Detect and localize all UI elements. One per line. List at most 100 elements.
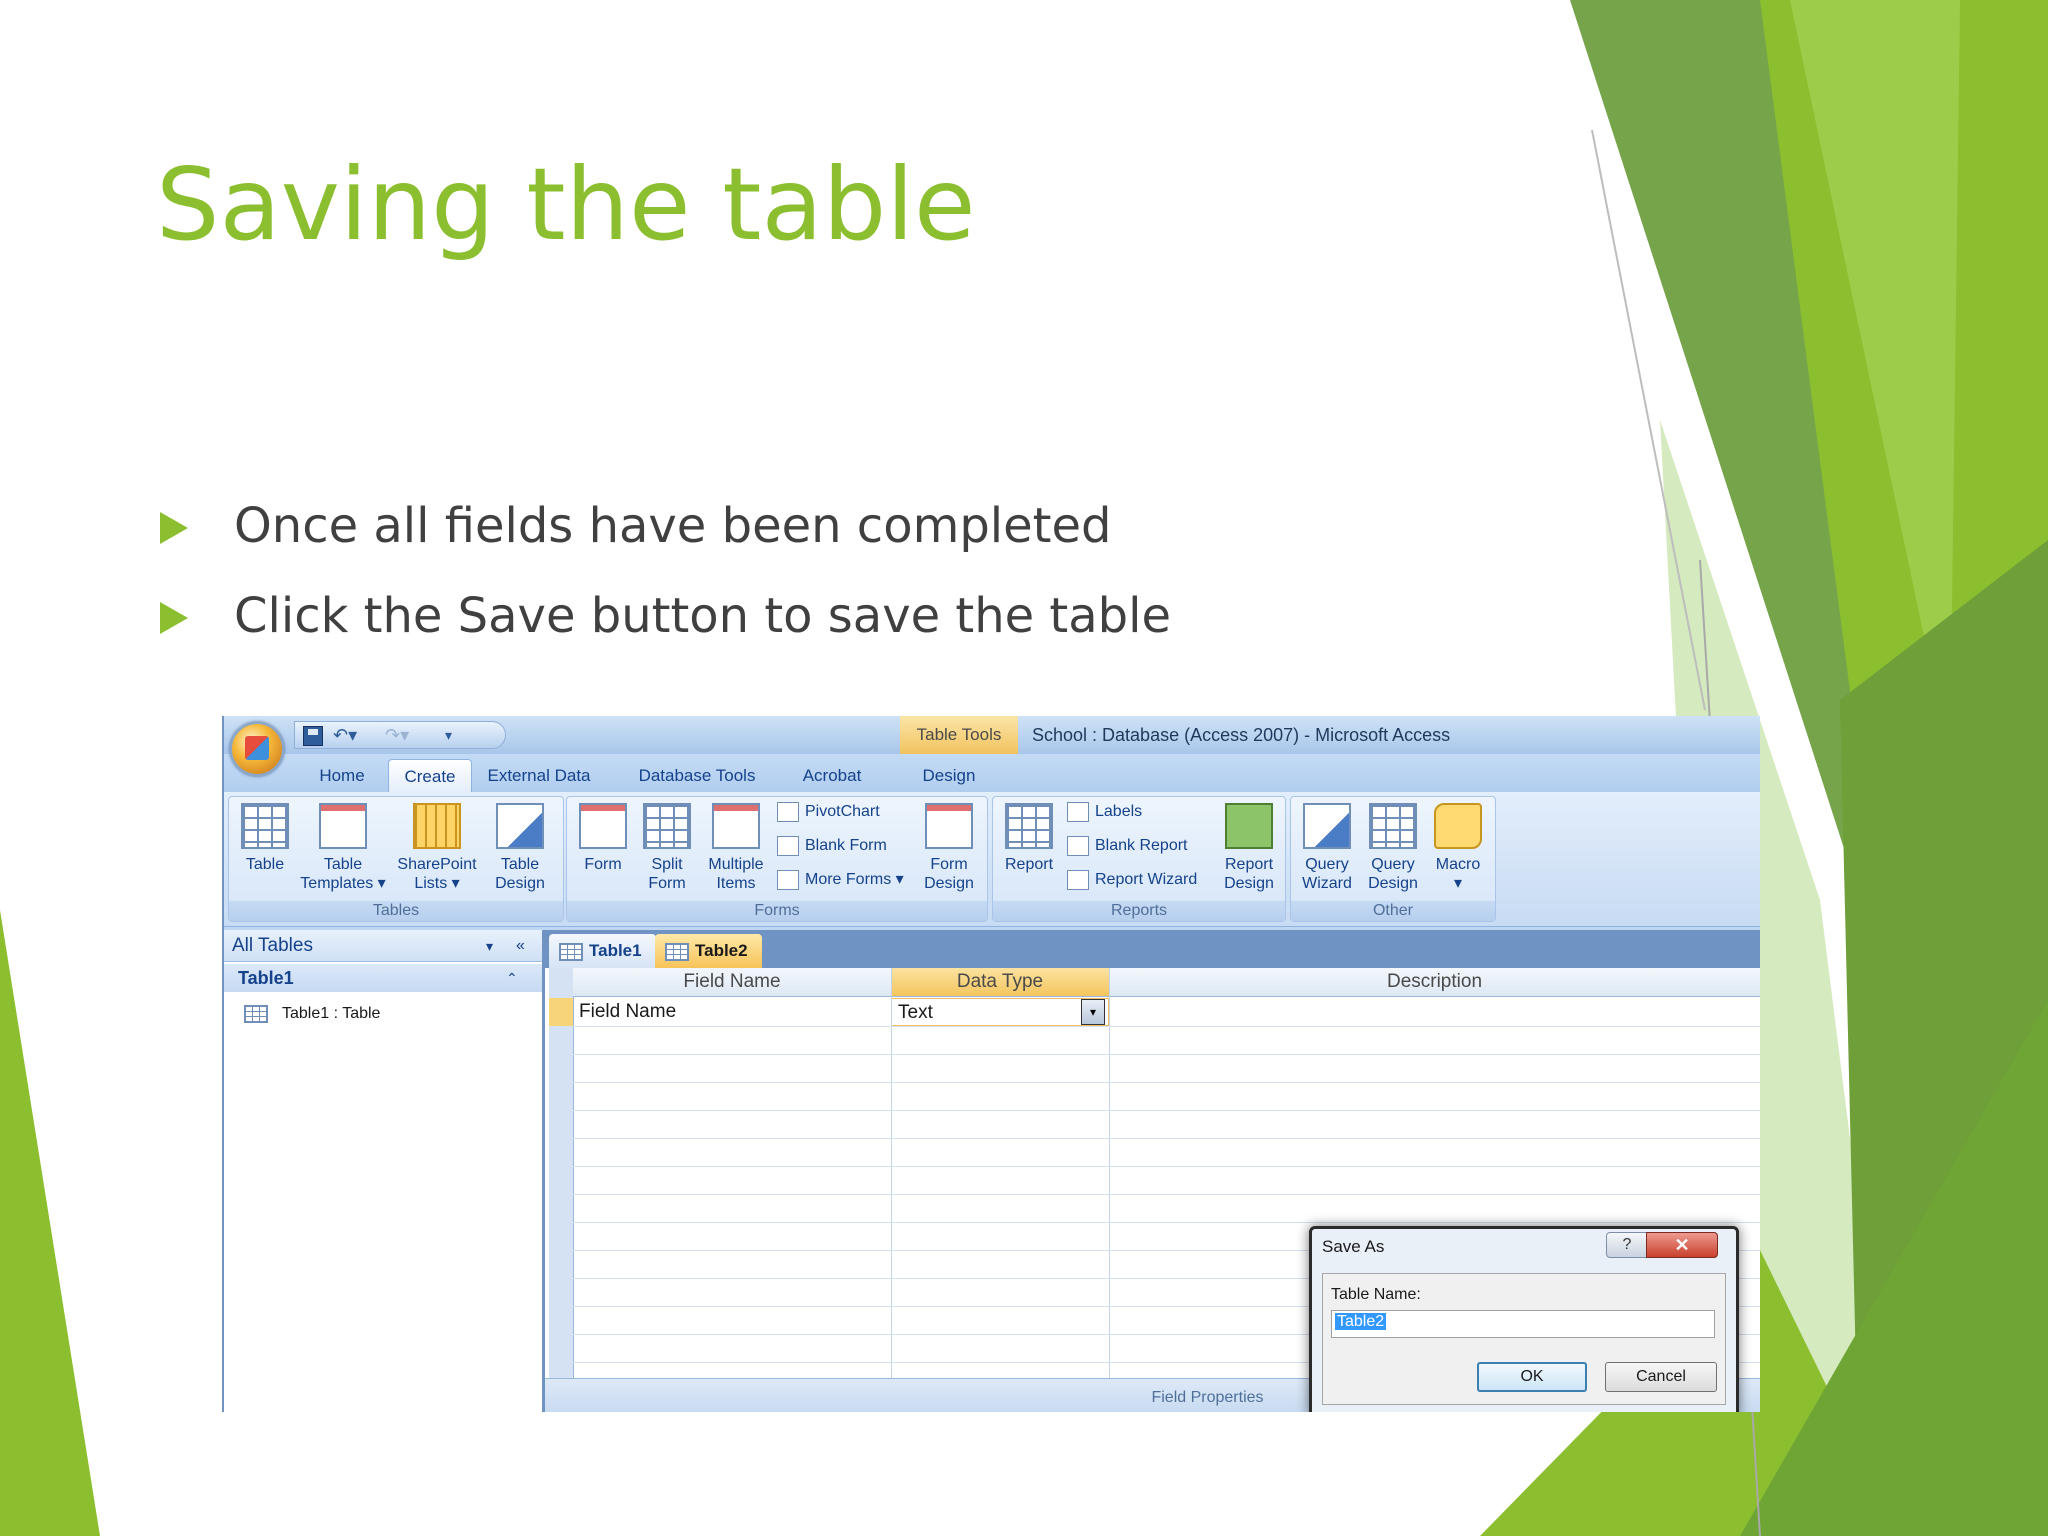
row-divider xyxy=(573,1026,1760,1027)
field-name-cell[interactable]: Field Name xyxy=(573,998,891,1026)
multiple-items-icon xyxy=(712,803,760,849)
ribbon-group-forms: Form Split Form Multiple Items PivotChar… xyxy=(566,796,988,922)
undo-icon[interactable]: ↶▾ xyxy=(333,726,357,744)
row-divider xyxy=(573,1082,1760,1083)
multiple-items-button[interactable]: Multiple Items xyxy=(701,803,771,893)
report-design-icon xyxy=(1225,803,1273,849)
nav-item-table1[interactable]: Table1 : Table xyxy=(244,1000,380,1028)
group-label-forms: Forms xyxy=(567,901,987,921)
report-button[interactable]: Report xyxy=(997,803,1061,874)
pivotchart-button[interactable]: PivotChart xyxy=(777,799,880,825)
macro-icon xyxy=(1434,803,1482,849)
bullet-arrow-icon xyxy=(160,602,188,634)
query-design-icon xyxy=(1369,803,1417,849)
tab-external-data[interactable]: External Data xyxy=(484,759,594,792)
table-button[interactable]: Table xyxy=(235,803,295,874)
sharepoint-lists-button[interactable]: SharePoint Lists ▾ xyxy=(393,803,481,893)
document-tabs: Table1 Table2 xyxy=(545,930,1760,968)
table-design-button[interactable]: Table Design xyxy=(487,803,553,893)
table-icon xyxy=(665,943,689,961)
table-templates-button[interactable]: Table Templates ▾ xyxy=(297,803,389,893)
access-window-screenshot: ↶▾ ↷▾ ▾ Table Tools School : Database (A… xyxy=(222,716,1760,1412)
query-wizard-icon xyxy=(1303,803,1351,849)
table-icon xyxy=(559,943,583,961)
table-name-label: Table Name: xyxy=(1331,1286,1421,1303)
document-tab-table1[interactable]: Table1 xyxy=(549,934,656,968)
tab-database-tools[interactable]: Database Tools xyxy=(634,759,760,792)
bullet-list: Once all fields have been completed Clic… xyxy=(156,490,1171,670)
more-forms-icon xyxy=(777,869,799,890)
tab-home[interactable]: Home xyxy=(302,759,382,792)
table-design-icon xyxy=(496,803,544,849)
blank-form-button[interactable]: Blank Form xyxy=(777,833,887,859)
title-bar: ↶▾ ↷▾ ▾ Table Tools School : Database (A… xyxy=(224,716,1760,754)
row-selector-column xyxy=(549,968,574,1378)
pivotchart-icon xyxy=(777,801,799,822)
form-design-button[interactable]: Form Design xyxy=(917,803,981,893)
customize-toolbar-icon[interactable]: ▾ xyxy=(445,726,463,744)
office-button[interactable] xyxy=(230,722,284,776)
blank-form-icon xyxy=(777,835,799,856)
row-divider xyxy=(573,1166,1760,1167)
ribbon-group-other: Query Wizard Query Design Macro ▾ Other xyxy=(1290,796,1496,922)
nav-pane-header[interactable]: All Tables ▾ « xyxy=(224,930,542,962)
report-design-button[interactable]: Report Design xyxy=(1217,803,1281,893)
table-name-value: Table2 xyxy=(1335,1313,1387,1330)
nav-dropdown-icon[interactable]: ▾ xyxy=(486,930,493,962)
table-tools-context-label: Table Tools xyxy=(900,716,1018,754)
row-divider xyxy=(573,1054,1760,1055)
labels-button[interactable]: Labels xyxy=(1067,799,1142,825)
bullet-item: Click the Save button to save the table xyxy=(156,580,1171,670)
document-tab-table2[interactable]: Table2 xyxy=(655,934,762,968)
data-type-cell[interactable]: Text xyxy=(891,998,1109,1026)
close-button[interactable]: ✕ xyxy=(1646,1232,1718,1258)
group-label-reports: Reports xyxy=(993,901,1285,921)
ribbon-group-tables: Table Table Templates ▾ SharePoint Lists… xyxy=(228,796,564,922)
tab-create[interactable]: Create xyxy=(388,759,472,793)
row-divider xyxy=(573,1222,1760,1223)
labels-icon xyxy=(1067,801,1089,822)
redo-icon[interactable]: ↷▾ xyxy=(385,726,409,744)
column-header-data-type: Data Type xyxy=(891,968,1110,997)
save-icon[interactable] xyxy=(303,726,323,746)
row-divider xyxy=(573,1194,1760,1195)
form-icon xyxy=(579,803,627,849)
group-label-other: Other xyxy=(1291,901,1495,921)
bullet-item: Once all fields have been completed xyxy=(156,490,1171,580)
help-button[interactable]: ? xyxy=(1606,1232,1648,1258)
macro-button[interactable]: Macro ▾ xyxy=(1427,803,1489,893)
dialog-body: Table Name: Table2 OK Cancel xyxy=(1322,1273,1726,1405)
query-wizard-button[interactable]: Query Wizard xyxy=(1295,803,1359,893)
nav-collapse-icon[interactable]: « xyxy=(516,930,525,962)
dialog-title: Save As xyxy=(1322,1237,1385,1256)
data-type-dropdown-icon[interactable]: ▾ xyxy=(1081,999,1105,1025)
table-templates-icon xyxy=(319,803,367,849)
nav-group-header[interactable]: Table1 ⌃ xyxy=(224,964,542,992)
nav-group-collapse-icon[interactable]: ⌃ xyxy=(506,964,518,992)
column-header-description: Description xyxy=(1109,968,1760,997)
split-form-button[interactable]: Split Form xyxy=(637,803,697,893)
current-row-marker xyxy=(549,998,573,1026)
more-forms-button[interactable]: More Forms ▾ xyxy=(777,867,904,893)
column-header-field-name: Field Name xyxy=(573,968,892,997)
column-divider xyxy=(1109,968,1110,1378)
bullet-arrow-icon xyxy=(160,512,188,544)
document-area: Table1 Table2 Field Name Data Type Descr… xyxy=(545,930,1760,1412)
save-as-dialog: Save As ? ✕ Table Name: Table2 OK Cancel xyxy=(1309,1226,1739,1412)
report-wizard-button[interactable]: Report Wizard xyxy=(1067,867,1197,893)
slide-title: Saving the table xyxy=(156,146,976,263)
tab-acrobat[interactable]: Acrobat xyxy=(792,759,872,792)
window-title: School : Database (Access 2007) - Micros… xyxy=(1032,725,1451,745)
ribbon-tabs: Home Create External Data Database Tools… xyxy=(224,754,1760,793)
query-design-button[interactable]: Query Design xyxy=(1361,803,1425,893)
row-divider xyxy=(573,1138,1760,1139)
group-label-tables: Tables xyxy=(229,901,563,921)
tab-design[interactable]: Design xyxy=(914,759,984,792)
form-button[interactable]: Form xyxy=(573,803,633,874)
sharepoint-lists-icon xyxy=(413,803,461,849)
ok-button[interactable]: OK xyxy=(1477,1362,1587,1392)
split-form-icon xyxy=(643,803,691,849)
cancel-button[interactable]: Cancel xyxy=(1605,1362,1717,1392)
table-name-input[interactable]: Table2 xyxy=(1331,1310,1715,1338)
blank-report-button[interactable]: Blank Report xyxy=(1067,833,1188,859)
